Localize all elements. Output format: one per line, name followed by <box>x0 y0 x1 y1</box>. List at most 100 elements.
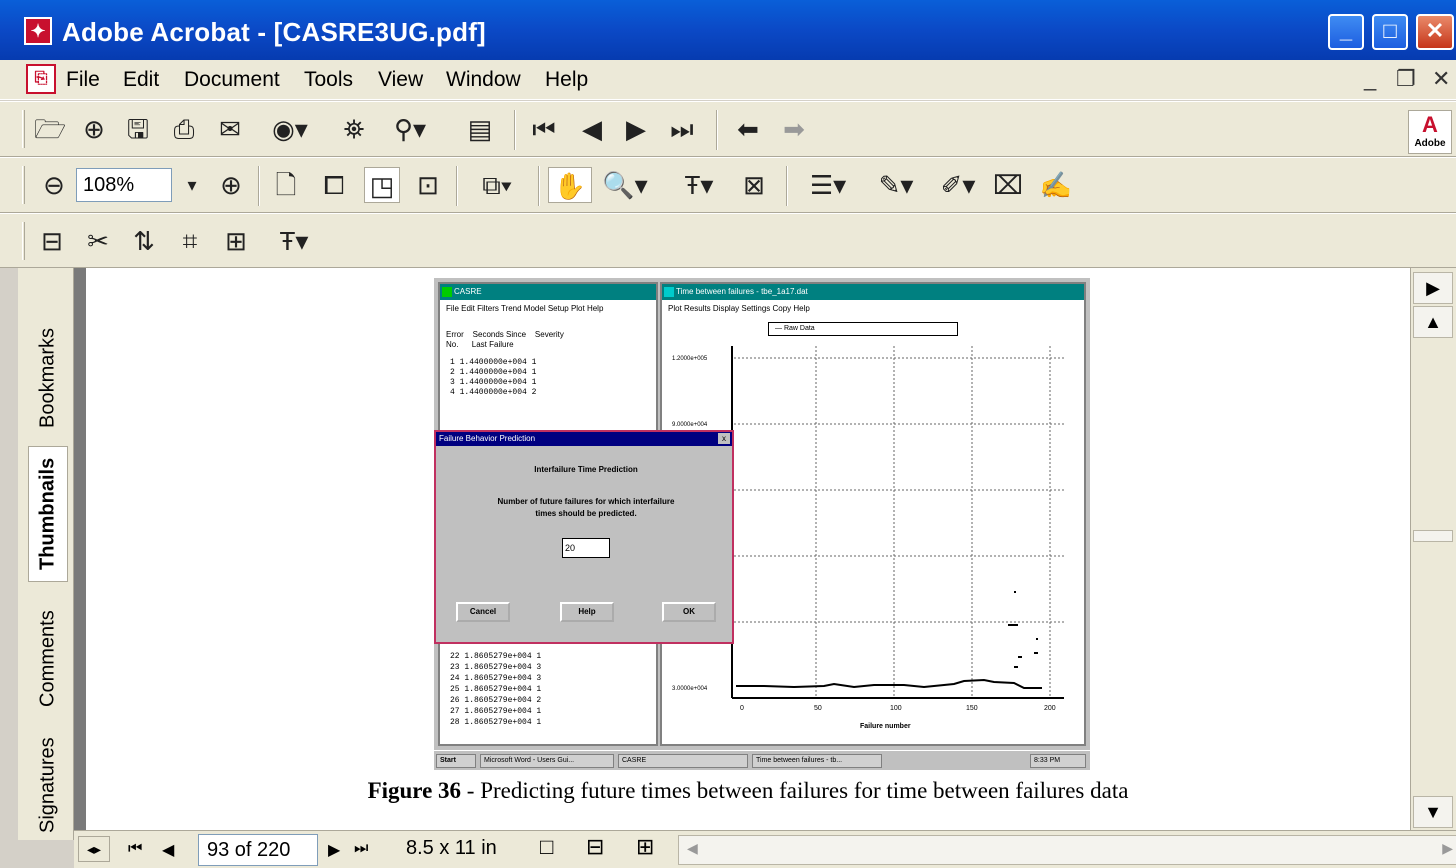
plot-window-titlebar: Time between failures - tbe_1a17.dat <box>662 284 1084 300</box>
next-view-icon[interactable]: ➡ <box>776 111 812 147</box>
document-menu-icon[interactable]: ⎘ <box>26 64 56 94</box>
last-page-icon[interactable]: ⏭ <box>664 111 700 147</box>
first-page-icon[interactable]: ⏮ <box>526 111 562 147</box>
menu-edit[interactable]: Edit <box>123 68 159 92</box>
toolbar-grip[interactable] <box>22 222 25 260</box>
zoom-tool-icon[interactable]: 🔍▾ <box>594 167 656 203</box>
toolbar-separator <box>258 166 260 206</box>
open-icon[interactable]: 🗁 <box>34 111 66 147</box>
scroll-left-icon[interactable]: ◀ <box>687 840 698 857</box>
facing-pages-icon[interactable]: ⊞ <box>636 834 654 860</box>
search-icon[interactable]: ⚲▾ <box>382 111 438 147</box>
mdi-close-button[interactable]: ✕ <box>1432 66 1450 92</box>
title-bar[interactable]: ✦ Adobe Acrobat - [CASRE3UG.pdf] _ □ ✕ <box>0 0 1456 60</box>
single-page-icon[interactable]: □ <box>540 834 553 860</box>
file-toolbar: 🗁 ⊕ 🖫 ⎙ ✉ ◉▾ ⛯ ⚲▾ ▤ ⏮ ◀ ▶ ⏭ ⬅ ➡ A Adobe <box>0 101 1456 157</box>
pencil-tool-icon[interactable]: ✎▾ <box>866 167 926 203</box>
next-page-icon[interactable]: ▶ <box>328 840 340 860</box>
split-view-arrow-icon[interactable]: ▶ <box>1413 272 1453 304</box>
dialog-prompt-line1: Number of future failures for which inte… <box>497 497 675 506</box>
fit-page-icon[interactable]: ⧠ <box>318 167 350 203</box>
text-select-tool-icon[interactable]: Ŧ▾ <box>668 167 730 203</box>
navigation-pane-icon[interactable]: ▤ <box>464 111 496 147</box>
navigation-pane: Bookmarks Thumbnails Comments Signatures <box>18 268 74 840</box>
x-tick-label: 200 <box>1044 705 1056 712</box>
acrobat-app-icon[interactable]: ✦ <box>24 17 52 45</box>
menu-window[interactable]: Window <box>446 68 521 92</box>
x-tick-label: 0 <box>740 705 744 712</box>
adobe-logo[interactable]: A Adobe <box>1408 110 1452 154</box>
maximize-button[interactable]: □ <box>1372 14 1408 50</box>
spell-check-icon[interactable]: ⌧ <box>990 167 1026 203</box>
hand-tool-icon[interactable]: ✋ <box>548 167 592 203</box>
tab-bookmarks[interactable]: Bookmarks <box>28 318 68 438</box>
vertical-scrollbar[interactable]: ▶ ▲ ▼ <box>1410 268 1456 830</box>
scroll-thumb[interactable] <box>1413 530 1453 542</box>
dialog-titlebar: Failure Behavior Prediction x <box>436 432 732 446</box>
zoom-out-icon[interactable]: ⊖ <box>40 167 68 203</box>
close-button[interactable]: ✕ <box>1416 14 1454 50</box>
previous-page-icon[interactable]: ◀ <box>578 111 606 147</box>
crop-tool-icon[interactable]: ⌗ <box>172 223 208 259</box>
actual-size-icon[interactable]: 🗋 <box>270 167 302 203</box>
toolbar-grip[interactable] <box>22 110 25 148</box>
highlight-tool-icon[interactable]: ✐▾ <box>928 167 988 203</box>
sign-tool-icon[interactable]: ✍ <box>1036 167 1076 203</box>
menu-document[interactable]: Document <box>184 68 280 92</box>
scroll-right-icon[interactable]: ▶ <box>1442 840 1453 857</box>
save-icon[interactable]: 🖫 <box>122 111 154 147</box>
tab-thumbnails[interactable]: Thumbnails <box>28 446 68 582</box>
continuous-icon[interactable]: ⊟ <box>586 834 604 860</box>
document-page[interactable]: CASRE File Edit Filters Trend Model Setu… <box>74 268 1410 830</box>
figure-screenshot: CASRE File Edit Filters Trend Model Setu… <box>434 278 1090 770</box>
menu-file[interactable]: File <box>66 68 100 92</box>
form-tool-icon[interactable]: ⊞ <box>218 223 254 259</box>
toolbar-grip[interactable] <box>22 166 25 204</box>
web-capture-icon[interactable]: ◉▾ <box>266 111 314 147</box>
find-icon[interactable]: ⛯ <box>336 111 372 147</box>
x-tick-label: 50 <box>814 705 822 712</box>
next-page-icon[interactable]: ▶ <box>622 111 650 147</box>
open-web-icon[interactable]: ⊕ <box>78 111 110 147</box>
movie-tool-icon[interactable]: ⊟ <box>34 223 70 259</box>
fit-visible-icon[interactable]: ⊡ <box>412 167 444 203</box>
window-title: Adobe Acrobat - [CASRE3UG.pdf] <box>62 17 486 47</box>
zoom-in-icon[interactable]: ⊕ <box>216 167 246 203</box>
mdi-restore-button[interactable]: ❐ <box>1396 66 1416 92</box>
previous-page-icon[interactable]: ◀ <box>162 840 174 860</box>
note-tool-icon[interactable]: ☰▾ <box>796 167 860 203</box>
start-button: Start <box>436 754 476 768</box>
first-page-icon[interactable]: ⏮ <box>128 840 142 858</box>
page-number-field[interactable]: 93 of 220 <box>198 834 318 866</box>
mdi-minimize-button[interactable]: _ <box>1364 66 1376 92</box>
casre-column-headers: Error Seconds Since Severity No. Last Fa… <box>446 330 564 349</box>
fit-width-icon[interactable]: ◳ <box>364 167 400 203</box>
menu-help[interactable]: Help <box>545 68 588 92</box>
taskbar-item: Time between failures - tb... <box>752 754 882 768</box>
touchup-text-icon[interactable]: Ŧ▾ <box>264 223 324 259</box>
horizontal-scrollbar[interactable]: ◀ ▶ <box>678 835 1456 865</box>
tab-signatures[interactable]: Signatures <box>28 730 68 840</box>
expand-nav-icon[interactable]: ◂▸ <box>78 836 110 862</box>
scroll-down-icon[interactable]: ▼ <box>1413 796 1453 828</box>
rotate-view-icon[interactable]: ⧉▾ <box>466 167 528 203</box>
zoom-dropdown-arrow[interactable]: ▾ <box>180 167 204 203</box>
tab-comments[interactable]: Comments <box>28 592 68 726</box>
scroll-up-icon[interactable]: ▲ <box>1413 306 1453 338</box>
taskbar-item: CASRE <box>618 754 748 768</box>
print-icon[interactable]: ⎙ <box>168 111 200 147</box>
email-icon[interactable]: ✉ <box>214 111 246 147</box>
list-item: 24 1.8605279e+004 3 <box>450 674 542 683</box>
zoom-input[interactable]: 108% <box>76 168 172 202</box>
snapshot-tool-icon[interactable]: ⊠ <box>734 167 774 203</box>
minimize-button[interactable]: _ <box>1328 14 1364 50</box>
casre-window-title: CASRE <box>454 287 482 296</box>
menu-view[interactable]: View <box>378 68 423 92</box>
previous-view-icon[interactable]: ⬅ <box>730 111 766 147</box>
y-tick-label: 9.0000e+004 <box>672 422 708 428</box>
touchup-order-icon[interactable]: ⇅ <box>126 223 162 259</box>
last-page-icon[interactable]: ⏭ <box>354 840 368 858</box>
attach-file-icon[interactable]: ✂ <box>80 223 116 259</box>
dialog-title: Failure Behavior Prediction <box>439 434 536 443</box>
menu-tools[interactable]: Tools <box>304 68 353 92</box>
